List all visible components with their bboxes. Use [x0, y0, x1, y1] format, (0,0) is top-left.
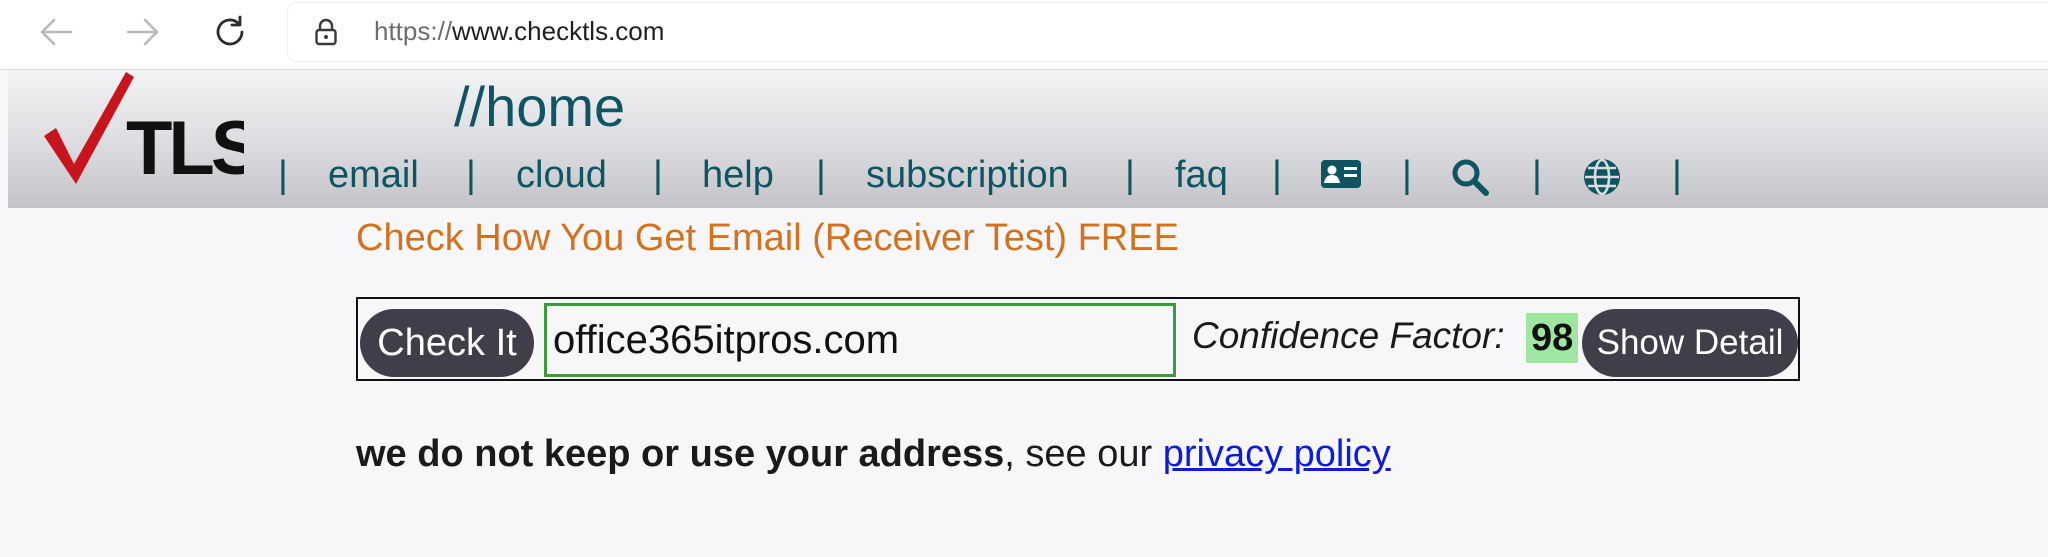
nav-separator: |: [1532, 154, 1542, 196]
logo-text: TLS: [126, 106, 244, 188]
contact-card-icon[interactable]: [1320, 157, 1362, 191]
privacy-bold-text: we do not keep or use your address: [356, 433, 1005, 475]
domain-input[interactable]: [544, 303, 1176, 377]
nav-subscription-link[interactable]: subscription: [866, 150, 1069, 200]
show-detail-button[interactable]: Show Detail: [1582, 309, 1798, 377]
back-arrow-icon: [40, 18, 73, 46]
url-text[interactable]: https://www.checktls.com: [374, 16, 664, 47]
nav-email-link[interactable]: email: [328, 150, 419, 200]
address-bar[interactable]: https://www.checktls.com: [287, 2, 2048, 62]
back-button[interactable]: [34, 10, 78, 54]
nav-separator: |: [1125, 154, 1135, 196]
lock-icon[interactable]: [314, 18, 338, 46]
nav-separator: |: [1272, 154, 1282, 196]
nav-help-link[interactable]: help: [702, 150, 774, 200]
confidence-score-badge: 98: [1526, 313, 1579, 363]
globe-icon[interactable]: [1582, 157, 1622, 197]
receiver-test-heading: Check How You Get Email (Receiver Test) …: [356, 217, 1179, 259]
privacy-notice: we do not keep or use your address, see …: [356, 433, 1391, 476]
nav-separator: |: [466, 154, 476, 196]
browser-toolbar: https://www.checktls.com: [0, 0, 2048, 70]
nav-separator: |: [816, 154, 826, 196]
forward-button[interactable]: [121, 10, 165, 54]
site-header: TLS //home | email | cloud | help | subs…: [8, 70, 2048, 208]
check-form: Check It Confidence Factor: 98 Show Deta…: [356, 297, 1800, 381]
nav-cloud-link[interactable]: cloud: [516, 150, 607, 200]
page-title: //home: [454, 75, 626, 138]
nav-separator: |: [1402, 154, 1412, 196]
privacy-policy-link[interactable]: privacy policy: [1163, 433, 1391, 475]
nav-separator: |: [653, 154, 663, 196]
forward-arrow-icon: [126, 18, 159, 46]
reload-icon: [216, 15, 244, 46]
search-icon[interactable]: [1450, 157, 1490, 197]
privacy-middle-text: , see our: [1004, 433, 1163, 475]
nav-faq-link[interactable]: faq: [1175, 150, 1228, 200]
nav-separator: |: [278, 154, 288, 196]
reload-button[interactable]: [208, 10, 252, 54]
check-it-button[interactable]: Check It: [360, 309, 534, 377]
confidence-factor-label: Confidence Factor:: [1192, 315, 1505, 356]
checktls-logo[interactable]: TLS: [34, 70, 244, 188]
url-scheme: https://: [374, 16, 453, 46]
nav-separator: |: [1672, 154, 1682, 196]
url-host: www.checktls.com: [452, 16, 665, 46]
